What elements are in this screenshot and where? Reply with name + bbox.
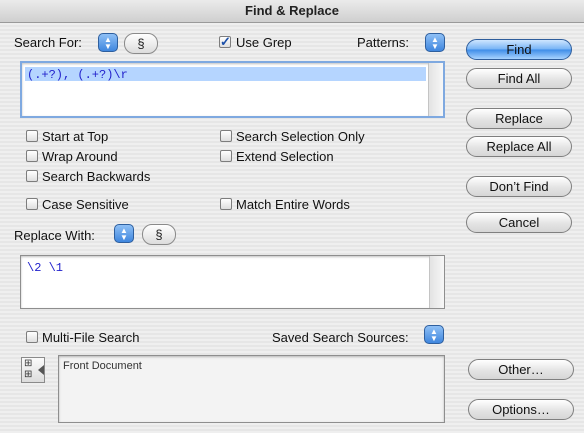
saved-search-sources-popup[interactable]: ▲ ▼ [424,325,444,344]
replace-with-label: Replace With: [14,228,95,243]
front-document-item[interactable]: Front Document [63,360,142,372]
replace-special-chars-button[interactable]: § [142,224,176,245]
wrap-around-label: Wrap Around [42,149,118,164]
start-at-top-checkbox[interactable] [26,130,38,142]
search-selection-only-checkbox[interactable] [220,130,232,142]
search-backwards-label: Search Backwards [42,169,151,184]
folder-tree-icon: ⊞ ⊞ [24,358,33,380]
chevron-down-icon: ▼ [104,41,112,51]
wrap-around-checkbox[interactable] [26,150,38,162]
replace-history-popup[interactable]: ▲ ▼ [114,224,134,243]
replace-field[interactable]: \2 \1 [20,255,445,309]
extend-selection-checkbox[interactable] [220,150,232,162]
search-field[interactable]: (.+?), (.+?)\r [20,61,445,118]
patterns-popup[interactable]: ▲ ▼ [425,33,445,52]
disclosure-arrow-icon[interactable] [38,365,44,375]
search-history-popup[interactable]: ▲ ▼ [98,33,118,52]
find-all-button[interactable]: Find All [466,68,572,89]
patterns-label: Patterns: [357,35,410,50]
chevron-down-icon: ▼ [120,232,128,242]
search-backwards-checkbox[interactable] [26,170,38,182]
start-at-top-label: Start at Top [42,129,109,144]
search-sources-list[interactable]: Front Document [58,355,445,423]
find-button[interactable]: Find [466,39,572,60]
replace-all-button[interactable]: Replace All [466,136,572,157]
dont-find-button[interactable]: Don’t Find [466,176,572,197]
replace-text: \2 \1 [27,261,64,275]
window-title: Find & Replace [0,0,584,23]
cancel-button[interactable]: Cancel [466,212,572,233]
replace-button[interactable]: Replace [466,108,572,129]
case-sensitive-label: Case Sensitive [42,197,129,212]
use-grep-checkbox[interactable]: ✓ [219,34,231,49]
case-sensitive-checkbox[interactable] [26,198,38,210]
saved-search-sources-label: Saved Search Sources: [272,330,409,345]
checkmark-icon: ✓ [220,34,231,49]
options-button[interactable]: Options… [468,399,574,420]
replace-scrollbar[interactable] [429,256,444,308]
multi-file-search-checkbox[interactable] [26,331,38,343]
multi-file-search-label: Multi-File Search [42,330,140,345]
search-for-label: Search For: [14,35,82,50]
section-icon: § [155,227,163,242]
search-selection-only-label: Search Selection Only [236,129,365,144]
section-icon: § [137,36,145,51]
chevron-down-icon: ▼ [430,333,438,343]
use-grep-label: Use Grep [236,35,292,50]
match-entire-words-label: Match Entire Words [236,197,350,212]
search-special-chars-button[interactable]: § [124,33,158,54]
match-entire-words-checkbox[interactable] [220,198,232,210]
search-text: (.+?), (.+?)\r [27,68,128,82]
search-scrollbar[interactable] [428,63,443,116]
chevron-down-icon: ▼ [431,41,439,51]
extend-selection-label: Extend Selection [236,149,334,164]
other-button[interactable]: Other… [468,359,574,380]
